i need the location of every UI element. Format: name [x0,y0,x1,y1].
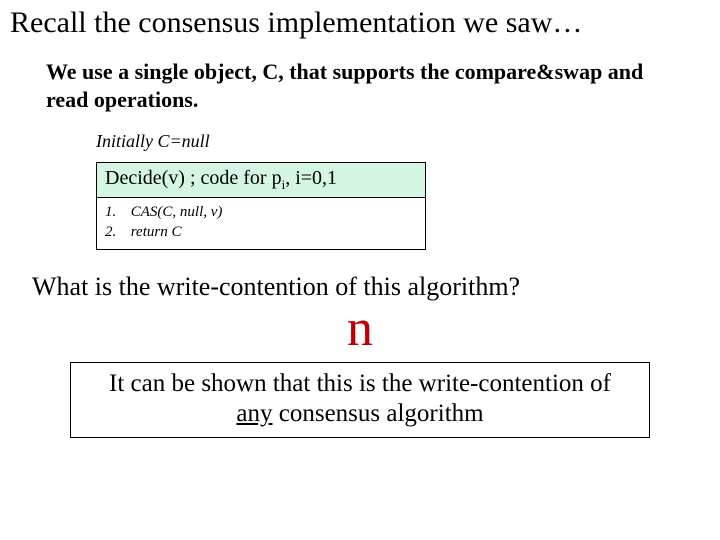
code-line-2: 2. return C [105,222,417,242]
code-header: Decide(v) ; code for pi, i=0,1 [96,162,426,198]
note-pre: It can be shown that this is the write-c… [109,370,611,397]
initial-condition: Initially C=null [96,131,710,152]
code-body: 1. CAS(C, null, v) 2. return C [96,198,426,250]
answer-n: n [10,302,710,357]
note-post: consensus algorithm [273,400,484,427]
question-text: What is the write-contention of this alg… [32,272,710,302]
slide-title: Recall the consensus implementation we s… [10,6,710,40]
code-header-post: , i=0,1 [285,167,337,189]
code-box: Decide(v) ; code for pi, i=0,1 1. CAS(C,… [96,162,426,250]
code-line-2-num: 2. [105,222,127,242]
code-line-1: 1. CAS(C, null, v) [105,202,417,222]
code-line-1-txt: CAS(C, null, v) [131,204,223,220]
code-line-2-txt: return C [131,224,182,240]
code-header-pre: Decide(v) ; code for p [105,167,282,189]
note-underline: any [236,400,272,427]
note-box: It can be shown that this is the write-c… [70,362,650,438]
code-line-1-num: 1. [105,202,127,222]
intro-text: We use a single object, C, that supports… [46,58,690,113]
